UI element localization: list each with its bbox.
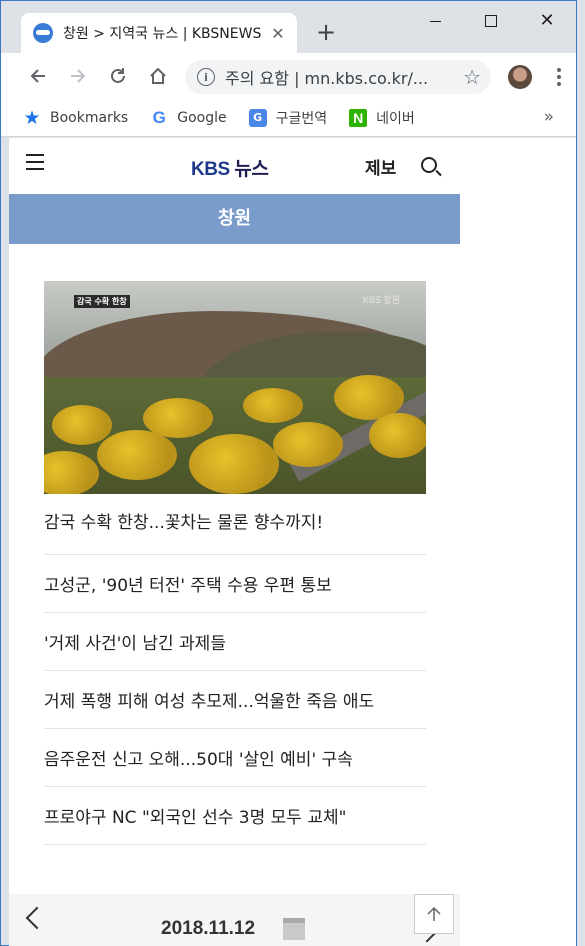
hero-watermark: KBS 창원 xyxy=(362,295,400,305)
news-item[interactable]: 음주운전 신고 오해...50대 '살인 예비' 구속 xyxy=(44,729,426,787)
bookmark-star-icon[interactable]: ☆ xyxy=(463,65,481,89)
bookmark-translate[interactable]: G 구글번역 xyxy=(248,108,327,128)
kbs-favicon-icon xyxy=(33,23,53,43)
back-button[interactable] xyxy=(23,61,53,91)
maximize-button[interactable] xyxy=(463,5,519,37)
page-viewport: KBS 뉴스 제보 창원 감국 수확 한창 KBS 창원 감국 수확 한창...… xyxy=(9,138,576,946)
maximize-icon xyxy=(485,15,497,27)
url-text: 주의 요함 | mn.kbs.co.kr/... xyxy=(225,69,429,88)
current-date: 2018.11.12 xyxy=(161,918,256,939)
empty-page-area xyxy=(460,138,576,946)
home-button[interactable] xyxy=(143,61,173,91)
bookmark-bookmarks[interactable]: ★ Bookmarks xyxy=(23,106,128,129)
close-window-button[interactable]: ✕ xyxy=(519,5,575,37)
hamburger-menu-icon[interactable] xyxy=(26,154,44,170)
reload-button[interactable] xyxy=(103,61,133,91)
hero-caption: 감국 수확 한창 xyxy=(74,295,130,308)
scroll-top-button[interactable] xyxy=(414,894,454,934)
news-item[interactable]: 고성군, '90년 터전' 주택 수용 우편 통보 xyxy=(44,555,426,613)
active-tab[interactable]: 창원 > 지역국 뉴스 | KBSNEWS ✕ xyxy=(21,13,297,53)
report-button[interactable]: 제보 xyxy=(365,154,396,179)
close-tab-icon[interactable]: ✕ xyxy=(269,24,287,43)
browser-window: 창원 > 지역국 뉴스 | KBSNEWS ✕ + ✕ i 주의 요함 | mn… xyxy=(0,0,577,946)
close-icon: ✕ xyxy=(539,10,555,31)
minimize-icon xyxy=(429,20,441,22)
title-bar: 창원 > 지역국 뉴스 | KBSNEWS ✕ + ✕ xyxy=(1,1,576,53)
arrow-right-icon xyxy=(71,69,86,83)
bookmark-google[interactable]: G Google xyxy=(150,107,227,127)
arrow-up-icon xyxy=(427,906,441,921)
desktop-background xyxy=(577,0,585,946)
kbs-news-logo[interactable]: KBS 뉴스 xyxy=(191,154,269,181)
news-item[interactable]: 프로야구 NC "외국인 선수 3명 모두 교체" xyxy=(44,787,426,845)
headline-link[interactable]: 감국 수확 한창...꽃차는 물론 향수까지! xyxy=(44,508,426,533)
bookmarks-bar: ★ Bookmarks G Google G 구글번역 N 네이버 » xyxy=(1,99,576,137)
news-list: 고성군, '90년 터전' 주택 수용 우편 통보 '거제 사건'이 남긴 과제… xyxy=(44,554,426,845)
profile-avatar[interactable] xyxy=(508,65,532,89)
home-icon xyxy=(150,67,166,84)
translate-icon: G xyxy=(248,108,267,127)
region-title: 창원 xyxy=(9,194,460,244)
kbs-mobile-page: KBS 뉴스 제보 창원 감국 수확 한창 KBS 창원 감국 수확 한창...… xyxy=(9,138,460,946)
minimize-button[interactable] xyxy=(407,5,463,37)
tab-title: 창원 > 지역국 뉴스 | KBSNEWS xyxy=(63,26,262,42)
star-icon: ★ xyxy=(23,106,41,129)
hero-image[interactable]: 감국 수확 한창 KBS 창원 xyxy=(44,281,426,494)
news-item[interactable]: 거제 폭행 피해 여성 추모제...억울한 죽음 애도 xyxy=(44,671,426,729)
site-header: KBS 뉴스 제보 xyxy=(9,138,460,194)
calendar-icon[interactable] xyxy=(283,918,305,940)
bookmark-naver[interactable]: N 네이버 xyxy=(349,108,415,128)
arrow-left-icon xyxy=(30,69,45,83)
forward-button[interactable] xyxy=(63,61,93,91)
google-icon: G xyxy=(152,107,166,127)
news-item[interactable]: '거제 사건'이 남긴 과제들 xyxy=(44,613,426,671)
naver-icon: N xyxy=(349,108,368,127)
prev-date-icon[interactable] xyxy=(25,906,49,930)
browser-toolbar: i 주의 요함 | mn.kbs.co.kr/... ☆ xyxy=(1,53,576,99)
address-bar[interactable]: i 주의 요함 | mn.kbs.co.kr/... ☆ xyxy=(185,60,491,94)
reload-icon xyxy=(111,68,125,83)
info-icon[interactable]: i xyxy=(197,68,215,86)
bookmarks-overflow-icon[interactable]: » xyxy=(544,107,554,127)
new-tab-button[interactable]: + xyxy=(313,17,339,47)
browser-menu-icon[interactable] xyxy=(551,63,567,91)
search-icon[interactable] xyxy=(421,157,437,173)
date-navigation: 2018.11.12 xyxy=(9,894,460,946)
